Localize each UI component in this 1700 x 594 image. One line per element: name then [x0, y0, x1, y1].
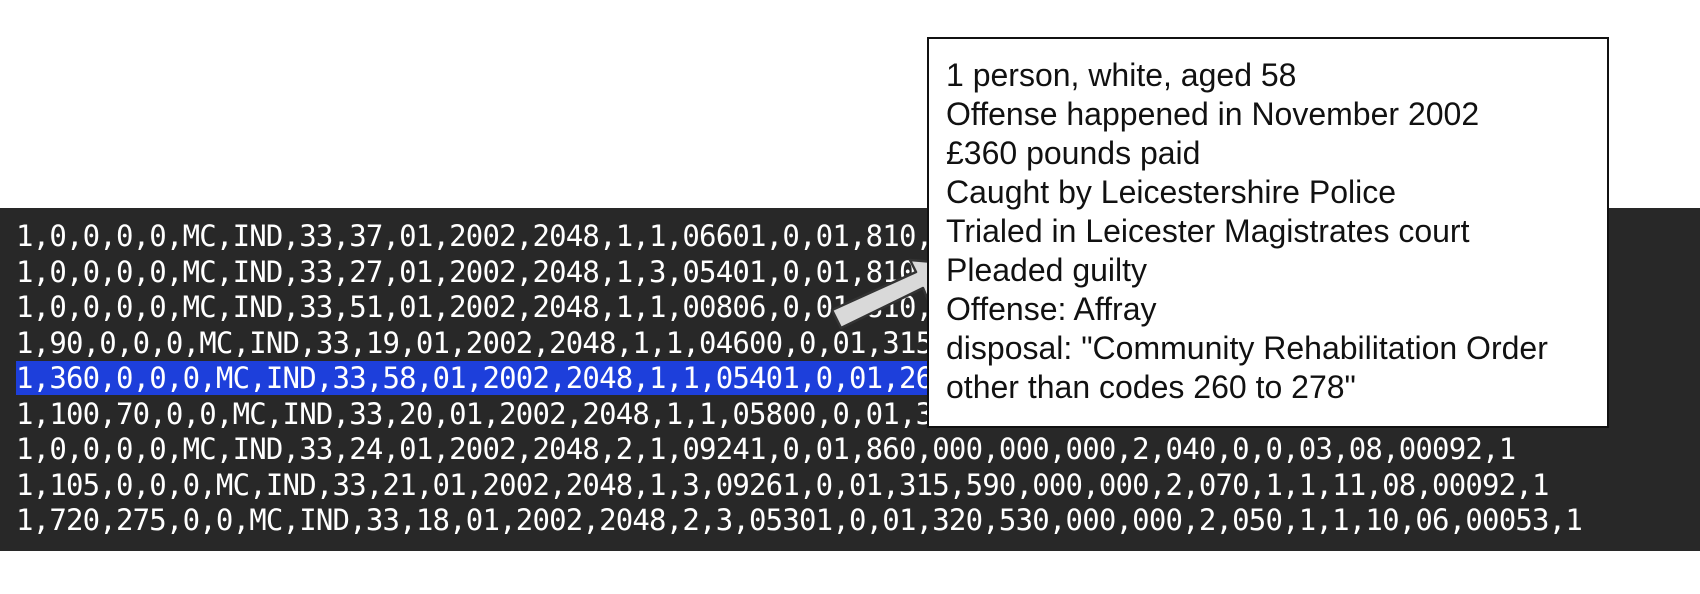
- data-line-text: 1,720,275,0,0,MC,IND,33,18,01,2002,2048,…: [16, 503, 1583, 537]
- annotation-callout: 1 person, white, aged 58 Offense happene…: [927, 37, 1609, 428]
- callout-line: Caught by Leicestershire Police: [946, 174, 1397, 210]
- callout-line: other than codes 260 to 278": [946, 369, 1356, 405]
- callout-line: Pleaded guilty: [946, 252, 1148, 288]
- callout-line: Trialed in Leicester Magistrates court: [946, 213, 1470, 249]
- data-line[interactable]: 1,720,275,0,0,MC,IND,33,18,01,2002,2048,…: [16, 503, 1583, 539]
- data-line-text: 1,0,0,0,0,MC,IND,33,24,01,2002,2048,2,1,…: [16, 432, 1516, 466]
- callout-line: Offense: Affray: [946, 291, 1157, 327]
- data-line[interactable]: 1,105,0,0,0,MC,IND,33,21,01,2002,2048,1,…: [16, 468, 1582, 504]
- callout-line: £360 pounds paid: [946, 135, 1201, 171]
- data-line-text: 1,105,0,0,0,MC,IND,33,21,01,2002,2048,1,…: [16, 467, 1549, 502]
- callout-line: disposal: "Community Rehabilitation Orde…: [946, 330, 1548, 366]
- callout-line: Offense happened in November 2002: [946, 96, 1480, 132]
- data-line[interactable]: 1,0,0,0,0,MC,IND,33,24,01,2002,2048,2,1,…: [16, 432, 1582, 468]
- callout-line: 1 person, white, aged 58: [946, 57, 1297, 93]
